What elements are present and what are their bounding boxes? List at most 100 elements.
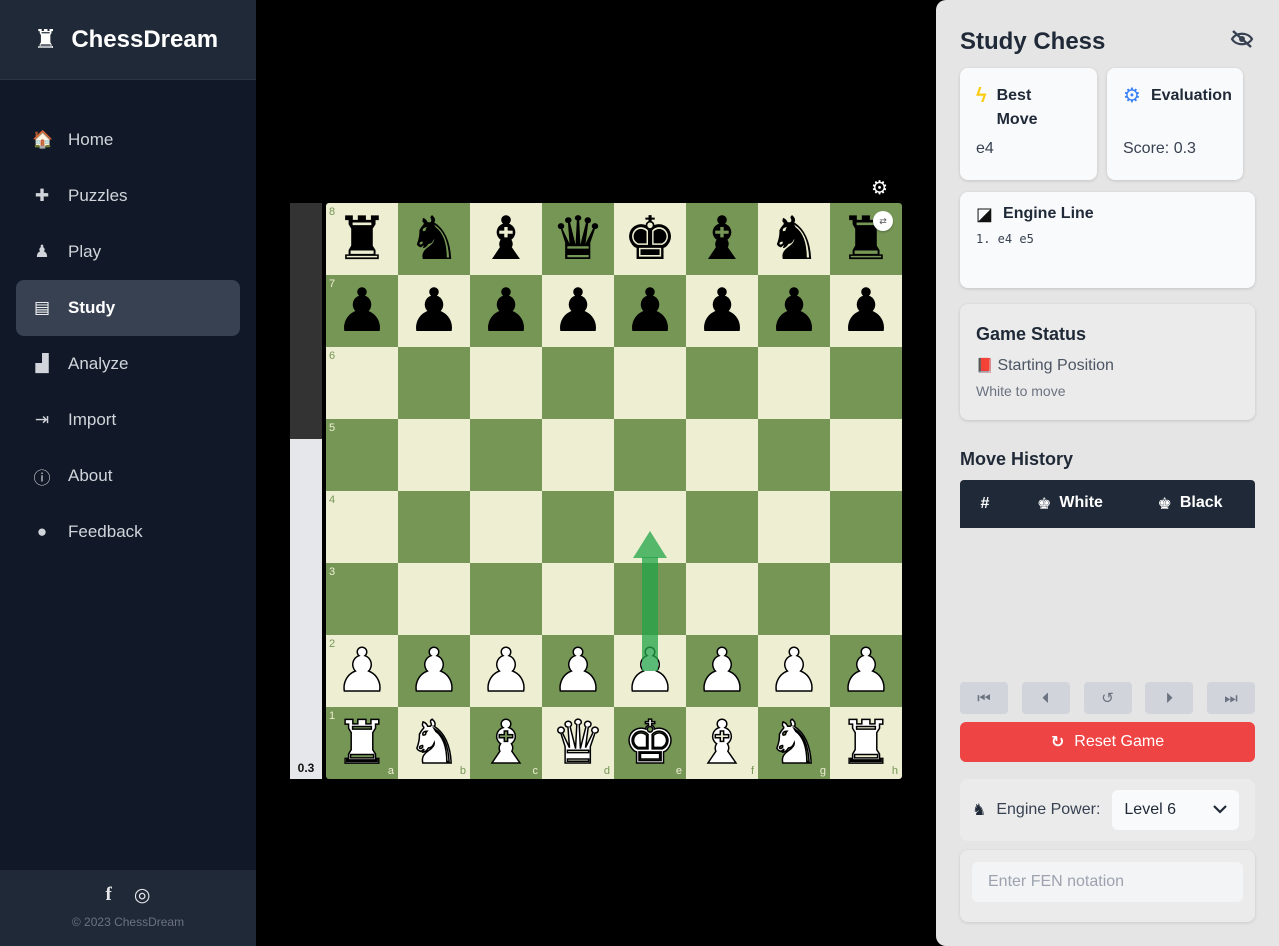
- black-pawn-piece[interactable]: ♟: [839, 281, 893, 341]
- square-b8[interactable]: ♞: [398, 203, 470, 275]
- white-pawn-piece[interactable]: ♟: [334, 640, 389, 702]
- black-rook-piece[interactable]: ♜: [335, 209, 389, 269]
- square-c3[interactable]: [470, 563, 542, 635]
- black-pawn-piece[interactable]: ♟: [479, 281, 533, 341]
- black-pawn-piece[interactable]: ♟: [551, 281, 605, 341]
- square-h6[interactable]: [830, 347, 902, 419]
- square-h8[interactable]: ♜: [830, 203, 902, 275]
- square-c4[interactable]: [470, 491, 542, 563]
- square-d6[interactable]: [542, 347, 614, 419]
- square-e5[interactable]: [614, 419, 686, 491]
- square-g6[interactable]: [758, 347, 830, 419]
- white-queen-piece[interactable]: ♛: [550, 712, 605, 774]
- square-a4[interactable]: 4: [326, 491, 398, 563]
- next-move-button[interactable]: ⏵: [1145, 682, 1194, 714]
- square-c2[interactable]: ♟: [470, 635, 542, 707]
- square-b4[interactable]: [398, 491, 470, 563]
- white-pawn-piece[interactable]: ♟: [406, 640, 461, 702]
- square-e8[interactable]: ♚: [614, 203, 686, 275]
- square-a5[interactable]: 5: [326, 419, 398, 491]
- square-f6[interactable]: [686, 347, 758, 419]
- square-g8[interactable]: ♞: [758, 203, 830, 275]
- square-c8[interactable]: ♝: [470, 203, 542, 275]
- square-a7[interactable]: 7 ♟: [326, 275, 398, 347]
- white-pawn-piece[interactable]: ♟: [622, 640, 677, 702]
- square-f7[interactable]: ♟: [686, 275, 758, 347]
- square-f1[interactable]: f ♝: [686, 707, 758, 779]
- square-a3[interactable]: 3: [326, 563, 398, 635]
- sidebar-item-study[interactable]: ▤ Study: [16, 280, 240, 336]
- square-e7[interactable]: ♟: [614, 275, 686, 347]
- instagram-icon[interactable]: ◎: [134, 884, 151, 907]
- black-pawn-piece[interactable]: ♟: [623, 281, 677, 341]
- square-d2[interactable]: ♟: [542, 635, 614, 707]
- sidebar-item-feedback[interactable]: ● Feedback: [16, 504, 240, 560]
- square-c6[interactable]: [470, 347, 542, 419]
- sidebar-item-puzzles[interactable]: ✚ Puzzles: [16, 168, 240, 224]
- square-e3[interactable]: [614, 563, 686, 635]
- black-king-piece[interactable]: ♚: [623, 209, 677, 269]
- square-h5[interactable]: [830, 419, 902, 491]
- eye-slash-icon[interactable]: [1230, 29, 1254, 55]
- square-d8[interactable]: ♛: [542, 203, 614, 275]
- square-h2[interactable]: ♟: [830, 635, 902, 707]
- sidebar-item-about[interactable]: ⓘ About: [16, 448, 240, 504]
- square-e2[interactable]: ♟: [614, 635, 686, 707]
- black-queen-piece[interactable]: ♛: [551, 209, 605, 269]
- fen-input[interactable]: [972, 862, 1243, 902]
- sidebar-item-analyze[interactable]: ▟ Analyze: [16, 336, 240, 392]
- square-h3[interactable]: [830, 563, 902, 635]
- white-pawn-piece[interactable]: ♟: [694, 640, 749, 702]
- black-knight-piece[interactable]: ♞: [767, 209, 821, 269]
- black-bishop-piece[interactable]: ♝: [479, 209, 533, 269]
- white-pawn-piece[interactable]: ♟: [766, 640, 821, 702]
- facebook-icon[interactable]: f: [106, 884, 112, 907]
- white-bishop-piece[interactable]: ♝: [694, 712, 749, 774]
- chess-board[interactable]: 8 ♜ ♞ ♝ ♛ ♚ ♝ ♞ ♜ 7 ♟ ♟ ♟ ♟ ♟ ♟ ♟ ♟ 6 5 4 3 2 ♟ ♟ ♟ ♟ ♟ ♟ ♟ ♟ 1 a ♜ b ♞ c ♝ d ♛…: [326, 203, 902, 779]
- square-h7[interactable]: ♟: [830, 275, 902, 347]
- square-b5[interactable]: [398, 419, 470, 491]
- reset-game-button[interactable]: ↻ Reset Game: [960, 722, 1255, 762]
- square-a8[interactable]: 8 ♜: [326, 203, 398, 275]
- square-d5[interactable]: [542, 419, 614, 491]
- last-move-button[interactable]: ⏭: [1207, 682, 1255, 714]
- square-b1[interactable]: b ♞: [398, 707, 470, 779]
- square-b3[interactable]: [398, 563, 470, 635]
- square-c7[interactable]: ♟: [470, 275, 542, 347]
- square-h4[interactable]: [830, 491, 902, 563]
- square-b2[interactable]: ♟: [398, 635, 470, 707]
- square-d3[interactable]: [542, 563, 614, 635]
- square-f8[interactable]: ♝: [686, 203, 758, 275]
- black-bishop-piece[interactable]: ♝: [695, 209, 749, 269]
- white-pawn-piece[interactable]: ♟: [478, 640, 533, 702]
- square-d1[interactable]: d ♛: [542, 707, 614, 779]
- brand[interactable]: ♜ ChessDream: [0, 0, 256, 80]
- undo-button[interactable]: ↺: [1083, 682, 1132, 714]
- square-f3[interactable]: [686, 563, 758, 635]
- square-a2[interactable]: 2 ♟: [326, 635, 398, 707]
- sidebar-item-home[interactable]: 🏠 Home: [16, 112, 240, 168]
- square-g3[interactable]: [758, 563, 830, 635]
- board-settings-gear-icon[interactable]: ⚙: [871, 177, 888, 200]
- white-king-piece[interactable]: ♚: [622, 712, 677, 774]
- white-rook-piece[interactable]: ♜: [334, 712, 389, 774]
- square-b7[interactable]: ♟: [398, 275, 470, 347]
- white-pawn-piece[interactable]: ♟: [550, 640, 605, 702]
- square-g4[interactable]: [758, 491, 830, 563]
- square-d4[interactable]: [542, 491, 614, 563]
- white-pawn-piece[interactable]: ♟: [838, 640, 893, 702]
- square-f5[interactable]: [686, 419, 758, 491]
- square-g7[interactable]: ♟: [758, 275, 830, 347]
- square-f2[interactable]: ♟: [686, 635, 758, 707]
- white-bishop-piece[interactable]: ♝: [478, 712, 533, 774]
- square-a1[interactable]: 1 a ♜: [326, 707, 398, 779]
- first-move-button[interactable]: ⏮: [960, 682, 1008, 714]
- square-c5[interactable]: [470, 419, 542, 491]
- square-g5[interactable]: [758, 419, 830, 491]
- square-e1[interactable]: e ♚: [614, 707, 686, 779]
- square-h1[interactable]: h ♜: [830, 707, 902, 779]
- square-d7[interactable]: ♟: [542, 275, 614, 347]
- sidebar-item-import[interactable]: ⇥ Import: [16, 392, 240, 448]
- square-a6[interactable]: 6: [326, 347, 398, 419]
- white-rook-piece[interactable]: ♜: [838, 712, 893, 774]
